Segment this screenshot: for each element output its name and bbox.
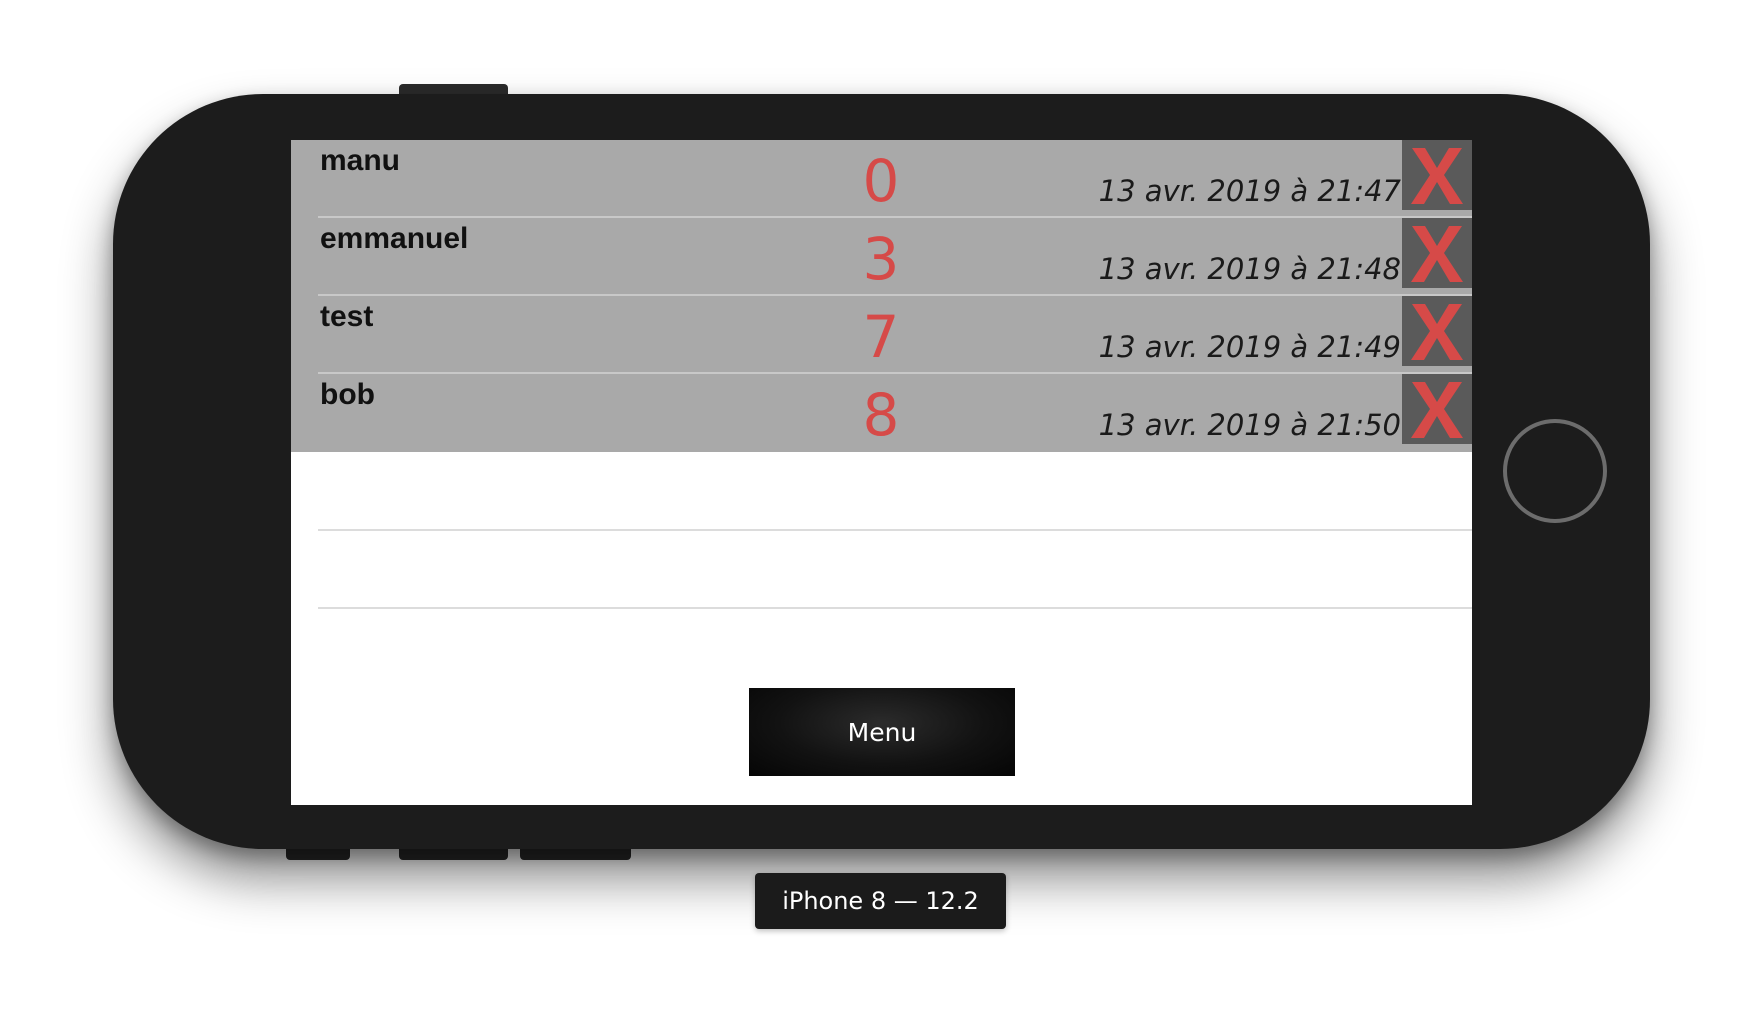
player-name: bob [320,378,375,411]
close-x-icon [1411,148,1463,204]
leaderboard-row[interactable]: emmanuel 3 13 avr. 2019 à 21:48 [291,218,1472,296]
score-date: 13 avr. 2019 à 21:48 [1098,252,1401,286]
player-score: 0 [862,147,900,215]
delete-entry-button[interactable] [1402,374,1472,444]
close-x-icon [1411,304,1463,360]
score-date: 13 avr. 2019 à 21:47 [1098,174,1401,208]
menu-button[interactable]: Menu [749,688,1015,776]
delete-entry-button[interactable] [1402,140,1472,210]
leaderboard-row[interactable]: test 7 13 avr. 2019 à 21:49 [291,296,1472,374]
player-score: 7 [862,303,900,371]
player-score: 8 [862,381,900,449]
leaderboard-row[interactable]: manu 0 13 avr. 2019 à 21:47 [291,140,1472,218]
leaderboard-row[interactable]: bob 8 13 avr. 2019 à 21:50 [291,374,1472,452]
player-score: 3 [862,225,900,293]
mute-switch [286,849,350,860]
simulator-window: manu 0 13 avr. 2019 à 21:47 emmanuel 3 1… [0,0,1762,1016]
volume-up-button [399,849,508,860]
score-date: 13 avr. 2019 à 21:50 [1098,408,1401,442]
empty-row-divider [318,529,1472,531]
score-date: 13 avr. 2019 à 21:49 [1098,330,1401,364]
player-name: test [320,300,374,333]
home-button[interactable] [1503,419,1607,523]
close-x-icon [1411,382,1463,438]
close-x-icon [1411,226,1463,282]
empty-row-divider [318,607,1472,609]
device-label: iPhone 8 — 12.2 [755,873,1006,929]
player-name: manu [320,144,401,177]
player-name: emmanuel [320,222,469,255]
volume-down-button [520,849,631,860]
delete-entry-button[interactable] [1402,296,1472,366]
app-screen: manu 0 13 avr. 2019 à 21:47 emmanuel 3 1… [291,140,1472,805]
delete-entry-button[interactable] [1402,218,1472,288]
